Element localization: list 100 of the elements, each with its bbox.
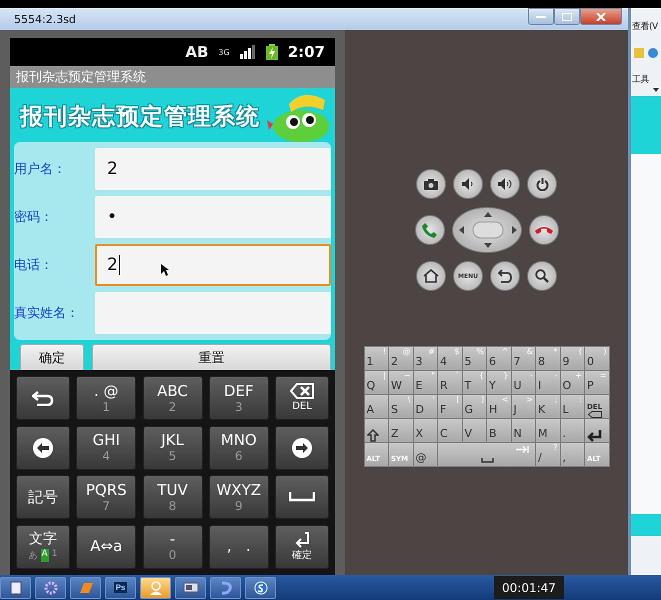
keypad-key[interactable]: PQRS 7	[76, 475, 136, 519]
keypad-key[interactable]: ABC 2	[142, 376, 202, 420]
keyboard-key[interactable]: 9 (	[560, 347, 584, 370]
keyboard-key[interactable]: .	[560, 419, 584, 442]
keypad-key[interactable]: DEF 3	[208, 376, 269, 420]
keypad-key[interactable]: . @ 1	[76, 376, 136, 420]
keyboard-key[interactable]: A	[364, 395, 388, 418]
hardware-button[interactable]	[416, 261, 446, 291]
keyboard-key[interactable]: U -	[512, 371, 535, 394]
keypad-key[interactable]: GHI 4	[76, 426, 136, 470]
keyboard-key[interactable]: ,	[560, 443, 584, 466]
keypad-key[interactable]: MNO 6	[208, 426, 269, 470]
input-field[interactable]	[95, 292, 331, 334]
keypad-key[interactable]	[275, 475, 329, 519]
keyboard-key[interactable]: I -	[536, 371, 560, 394]
form-button[interactable]: 确定	[20, 344, 84, 370]
keypad-key[interactable]: , .	[208, 524, 269, 568]
taskbar-button[interactable]	[0, 576, 31, 598]
keyboard-key[interactable]: / ?	[536, 443, 560, 466]
keyboard-key[interactable]: R `	[438, 371, 462, 394]
space-icon	[289, 492, 315, 502]
menu-item[interactable]: 工具	[631, 73, 661, 86]
keypad-key[interactable]: A⇔a	[76, 524, 136, 568]
input-field[interactable]: •	[95, 196, 331, 238]
keyboard-key[interactable]: 6 ^	[487, 347, 510, 370]
taskbar-button[interactable]	[140, 576, 171, 598]
keyboard-key[interactable]: T {	[462, 371, 486, 394]
keyboard-key[interactable]: L :	[560, 395, 584, 418]
keyboard-key[interactable]: Y }	[487, 371, 510, 394]
keypad-key[interactable]	[275, 426, 329, 470]
keyboard-key[interactable]	[364, 419, 388, 442]
keyboard-key[interactable]: N	[512, 419, 535, 442]
home-icon	[423, 269, 439, 283]
window-title: 5554:2.3sd	[14, 12, 76, 26]
keyboard-key[interactable]: K ;	[536, 395, 560, 418]
field-label: 用户名：	[14, 161, 67, 178]
keyboard-key[interactable]: M	[536, 419, 560, 442]
minimize-button[interactable]	[528, 8, 554, 25]
keyboard-key[interactable]: G ]	[462, 395, 486, 418]
hardware-button[interactable]	[490, 169, 520, 199]
keypad-key[interactable]: WXYZ 9	[208, 475, 269, 519]
keyboard-key[interactable]: D '	[414, 395, 437, 418]
keyboard-key[interactable]: W ~	[389, 371, 412, 394]
keyboard-key[interactable]: C	[438, 419, 462, 442]
close-button[interactable]	[580, 8, 622, 25]
clock: 2:07	[288, 43, 325, 61]
maximize-button[interactable]	[554, 8, 580, 25]
taskbar-button[interactable]: Ps	[105, 576, 136, 598]
keyboard-key[interactable]: 8 *	[536, 347, 560, 370]
space-icon	[481, 458, 494, 463]
keypad-key[interactable]	[16, 376, 70, 420]
input-field[interactable]: 2	[95, 148, 331, 190]
keyboard-key[interactable]: 3 #	[414, 347, 437, 370]
hardware-button[interactable]	[414, 215, 444, 245]
form-button[interactable]: 重置	[92, 344, 331, 370]
keyboard-key[interactable]: J >	[512, 395, 535, 418]
keypad-key[interactable]: DEL	[275, 376, 329, 420]
keyboard-key[interactable]: S \	[389, 395, 412, 418]
keypad-key[interactable]: 文字 あ A 1	[16, 524, 70, 568]
hardware-button[interactable]	[528, 215, 558, 245]
menu-item[interactable]: 查看(V	[631, 20, 661, 33]
keypad-key[interactable]: 確定	[275, 524, 329, 568]
photoshop-logo: Ps	[114, 582, 128, 593]
keypad-key[interactable]	[16, 426, 70, 470]
hardware-button[interactable]	[416, 169, 446, 199]
hardware-button[interactable]	[527, 169, 557, 199]
keypad-key[interactable]: 記号	[16, 475, 70, 519]
keyboard-key[interactable]: V	[462, 419, 486, 442]
hardware-button[interactable]	[453, 169, 483, 199]
taskbar-button[interactable]	[175, 576, 206, 598]
banner-title: 报刊杂志预定管理系统	[20, 102, 260, 132]
keyboard-key[interactable]: Q |	[364, 371, 388, 394]
keyboard-key[interactable]: 1 !	[364, 347, 388, 370]
keyboard-key[interactable]: F [	[438, 395, 462, 418]
keyboard-key[interactable]: B	[487, 419, 510, 442]
keyboard-key[interactable]: 7 &	[512, 347, 535, 370]
keyboard-key[interactable]: X	[414, 419, 437, 442]
keyboard-key[interactable]: O +	[560, 371, 584, 394]
keyboard-key[interactable]: 2 @	[389, 347, 412, 370]
monitor-icon	[182, 582, 198, 594]
keyboard-key[interactable]: H <	[487, 395, 510, 418]
keyboard-key[interactable]: Z	[389, 419, 412, 442]
keyboard-key[interactable]: 5 %	[462, 347, 486, 370]
keyboard-key[interactable]	[585, 419, 608, 442]
taskbar-button[interactable]	[245, 576, 276, 598]
keyboard-key[interactable]: 0 )	[585, 347, 608, 370]
input-field[interactable]: 2	[95, 244, 331, 286]
keypad-key[interactable]: JKL 5	[142, 426, 202, 470]
hardware-button[interactable]	[490, 261, 520, 291]
keypad-key[interactable]: TUV 8	[142, 475, 202, 519]
toolbar-icon[interactable]	[647, 47, 659, 59]
taskbar-button[interactable]	[35, 576, 66, 598]
keyboard-key[interactable]: P =	[585, 371, 608, 394]
keyboard-key[interactable]: @	[414, 443, 437, 466]
keypad-key[interactable]: - 0	[142, 524, 202, 568]
shift-icon	[366, 429, 378, 442]
phone-icon	[422, 222, 438, 238]
hardware-button[interactable]	[527, 261, 557, 291]
keyboard-key[interactable]: E "	[414, 371, 437, 394]
keyboard-key[interactable]: 4 $	[438, 347, 462, 370]
